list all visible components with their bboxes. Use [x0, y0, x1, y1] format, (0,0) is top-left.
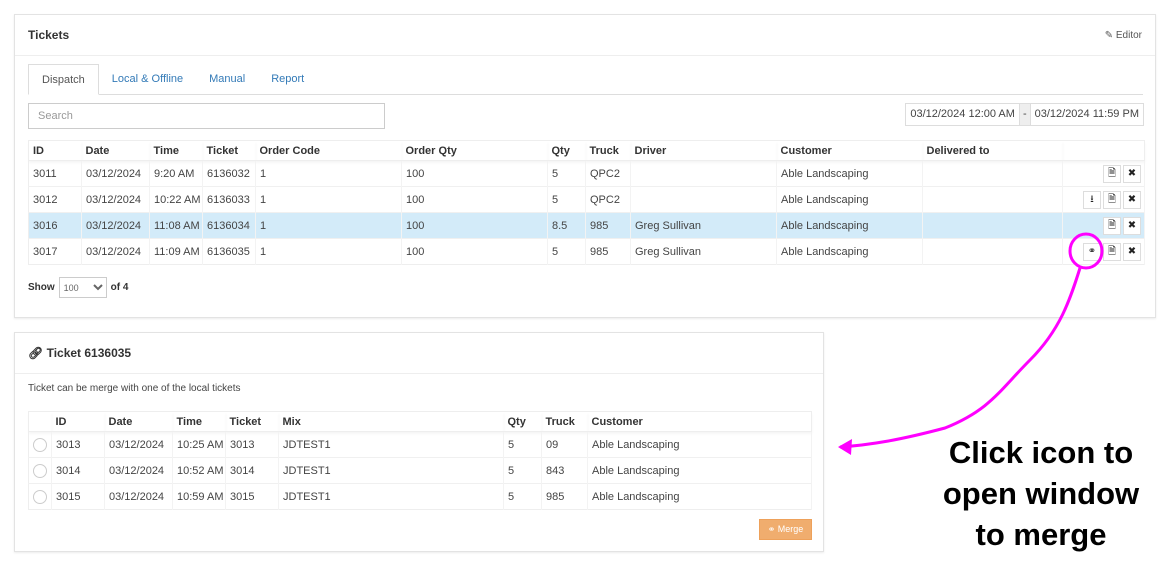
arrow-line	[839, 267, 1082, 449]
highlight-circle	[1068, 232, 1104, 270]
annotation-line: open window	[942, 476, 1140, 511]
annotation-line: to merge	[975, 517, 1107, 552]
arrow-head	[838, 439, 852, 455]
annotation-text: Click icon to open window to merge	[930, 432, 1152, 555]
annotation-line: Click icon to	[948, 435, 1134, 470]
